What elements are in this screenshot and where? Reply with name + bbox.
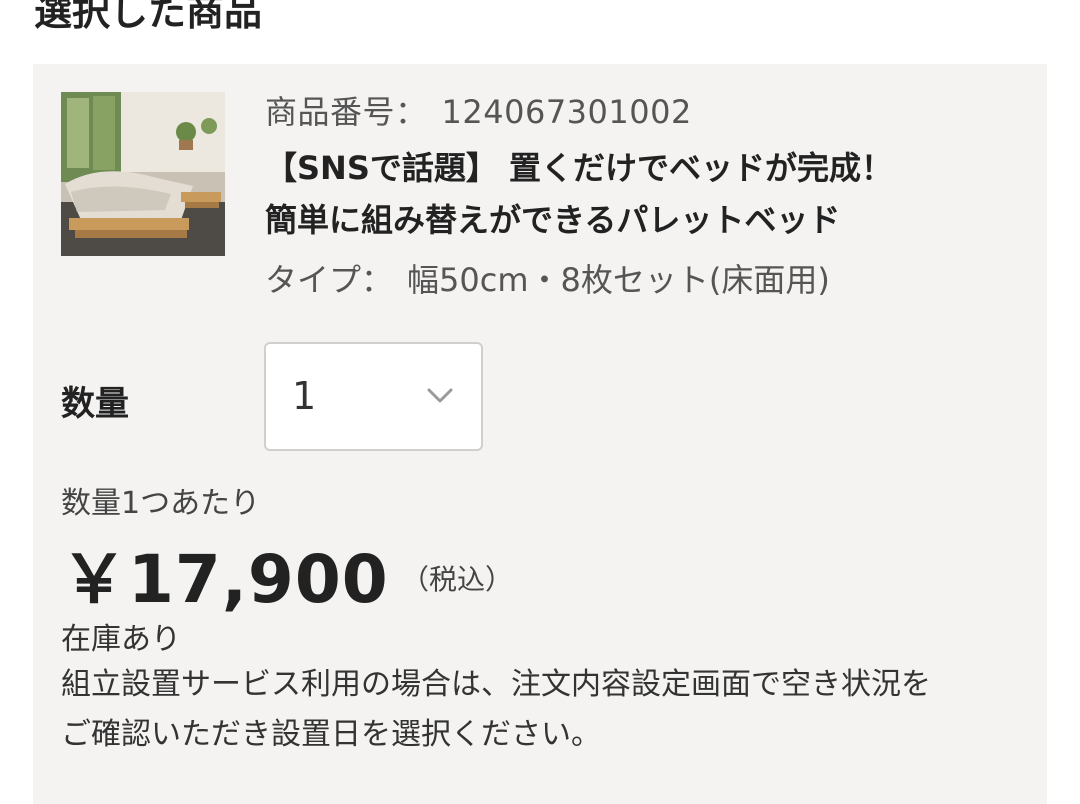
- notice-line2: ご確認いただき設置日を選択ください。: [61, 717, 601, 752]
- product-thumbnail[interactable]: [61, 92, 225, 256]
- notice-line1: 組立設置サービス利用の場合は、注文内容設定画面で空き状況を: [61, 667, 931, 702]
- section-title: 選択した商品: [34, 0, 263, 34]
- product-type: タイプ： 幅50cm・8枚セット(床面用): [265, 252, 1035, 308]
- product-type-value: 幅50cm・8枚セット(床面用): [407, 261, 830, 299]
- quantity-select[interactable]: 1: [264, 342, 483, 451]
- product-number: 商品番号： 124067301002: [265, 92, 1035, 132]
- unit-price-caption: 数量1つあたり: [61, 486, 261, 521]
- price: ￥17,900: [61, 541, 389, 618]
- quantity-selected-value: 1: [292, 374, 317, 418]
- installation-notice: 組立設置サービス利用の場合は、注文内容設定画面で空き状況を ご確認いただき設置日…: [61, 660, 1041, 760]
- product-name-line2: 簡単に組み替えができるパレットベッド: [265, 201, 841, 239]
- chevron-down-icon: [427, 388, 453, 403]
- product-info: 商品番号： 124067301002 【SNSで話題】 置くだけでベッドが完成！ …: [265, 92, 1035, 308]
- product-number-value: 124067301002: [441, 93, 692, 131]
- stock-status: 在庫あり: [61, 622, 181, 657]
- product-number-label: 商品番号：: [265, 93, 428, 131]
- product-name-line1: 【SNSで話題】 置くだけでベッドが完成！: [265, 149, 894, 187]
- quantity-label: 数量: [61, 384, 129, 424]
- tax-note: （税込）: [401, 563, 514, 596]
- product-photo: [61, 92, 225, 256]
- product-type-label: タイプ：: [265, 261, 394, 299]
- selected-product-panel: 商品番号： 124067301002 【SNSで話題】 置くだけでベッドが完成！ …: [33, 64, 1047, 804]
- product-name[interactable]: 【SNSで話題】 置くだけでベッドが完成！ 簡単に組み替えができるパレットベッド: [265, 142, 1035, 246]
